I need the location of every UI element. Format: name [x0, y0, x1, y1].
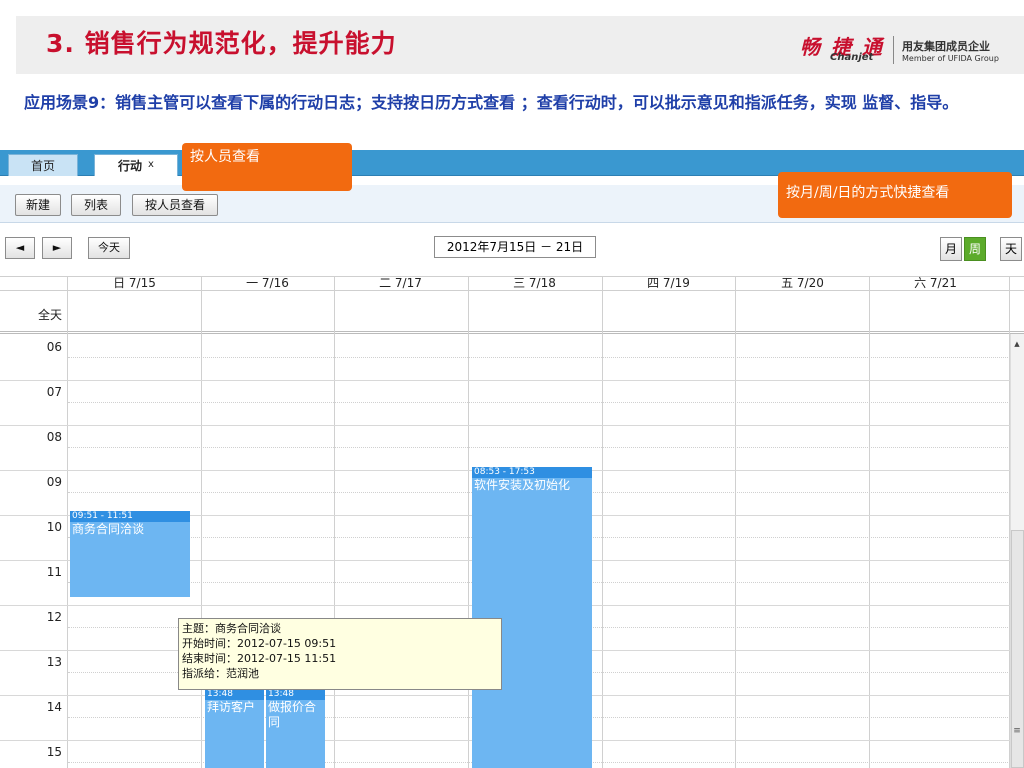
half-hour-divider	[68, 447, 1010, 448]
calendar-event[interactable]: 13:48 拜访客户	[205, 689, 264, 768]
day-header: 六 7/21	[914, 276, 957, 290]
calendar-event[interactable]: 13:48 做报价合同	[266, 689, 325, 768]
day-header: 三 7/18	[513, 276, 556, 290]
day-header: 五 7/20	[781, 276, 824, 290]
callout-quick-view: 按月/周/日的方式快捷查看	[778, 172, 1012, 218]
slide-title: 3. 销售行为规范化，提升能力	[46, 29, 397, 58]
event-title: 软件安装及初始化	[474, 478, 571, 492]
hour-label: 09	[46, 475, 62, 489]
tooltip-end-time: 结束时间：2012-07-15 11:51	[182, 652, 337, 665]
all-day-label: 全天	[37, 308, 62, 322]
scroll-up-icon[interactable]: ▲	[1011, 340, 1023, 348]
hour-label: 12	[46, 610, 62, 624]
chanjet-logo-en: Chanjet	[830, 52, 874, 63]
day-header: 日 7/15	[113, 276, 156, 290]
event-title: 拜访客户	[207, 700, 256, 714]
hour-label: 15	[46, 745, 62, 759]
next-week-button[interactable]: ►	[42, 237, 72, 259]
logo-subtitle-cn: 用友集团成员企业	[902, 40, 990, 53]
date-range-display: 2012年7月15日 － 21日	[434, 236, 596, 258]
hour-label: 10	[46, 520, 62, 534]
scroll-grip-icon: ≡	[1013, 726, 1021, 736]
day-view-button[interactable]: 天	[1000, 237, 1022, 261]
hour-divider	[0, 425, 1010, 426]
tab-home[interactable]: 首页	[8, 154, 78, 176]
hour-label: 13	[46, 655, 62, 669]
event-time: 13:48	[205, 689, 264, 700]
by-person-button[interactable]: 按人员查看	[132, 194, 218, 216]
tooltip-start-time: 开始时间：2012-07-15 09:51	[182, 637, 337, 650]
week-view-button[interactable]: 周	[964, 237, 986, 261]
hour-label: 14	[46, 700, 62, 714]
tab-actions-label: 行动	[118, 159, 143, 173]
tab-actions[interactable]: 行动 x	[94, 154, 178, 176]
event-time: 08:53 - 17:53	[472, 467, 592, 478]
hour-label: 11	[46, 565, 62, 579]
hour-label: 08	[46, 430, 62, 444]
half-hour-divider	[68, 402, 1010, 403]
tooltip-assignee: 指派给：范润池	[182, 667, 259, 680]
callout-by-person: 按人员查看	[182, 143, 352, 191]
calendar-event[interactable]: 09:51 - 11:51 商务合同洽谈	[70, 511, 190, 597]
month-view-button[interactable]: 月	[940, 237, 962, 261]
logo-divider	[893, 36, 894, 64]
day-header: 二 7/17	[379, 276, 422, 290]
event-title: 商务合同洽谈	[72, 522, 145, 536]
event-title: 做报价合同	[268, 700, 317, 729]
hour-label: 07	[46, 385, 62, 399]
logo-subtitle-en: Member of UFIDA Group	[902, 54, 999, 63]
slide: 3. 销售行为规范化，提升能力 畅 捷 通 Chanjet 用友集团成员企业 M…	[0, 0, 1024, 768]
day-header: 一 7/16	[246, 276, 289, 290]
tab-home-label: 首页	[30, 159, 55, 173]
event-time: 09:51 - 11:51	[70, 511, 190, 522]
event-time: 13:48	[266, 689, 325, 700]
prev-week-button[interactable]: ◄	[5, 237, 35, 259]
half-hour-divider	[68, 357, 1010, 358]
tab-close-icon[interactable]: x	[148, 159, 154, 170]
list-button[interactable]: 列表	[71, 194, 121, 216]
event-tooltip: 主题：商务合同洽谈 开始时间：2012-07-15 09:51 结束时间：201…	[178, 618, 502, 690]
hour-label: 06	[46, 340, 62, 354]
today-button[interactable]: 今天	[88, 237, 130, 259]
new-button[interactable]: 新建	[15, 194, 61, 216]
scenario-description: 应用场景9：销售主管可以查看下属的行动日志；支持按日历方式查看 ；查看行动时，可…	[24, 93, 959, 112]
hour-divider	[0, 380, 1010, 381]
day-header: 四 7/19	[647, 276, 690, 290]
tooltip-subject: 主题：商务合同洽谈	[182, 622, 281, 635]
all-day-row	[0, 290, 1024, 334]
